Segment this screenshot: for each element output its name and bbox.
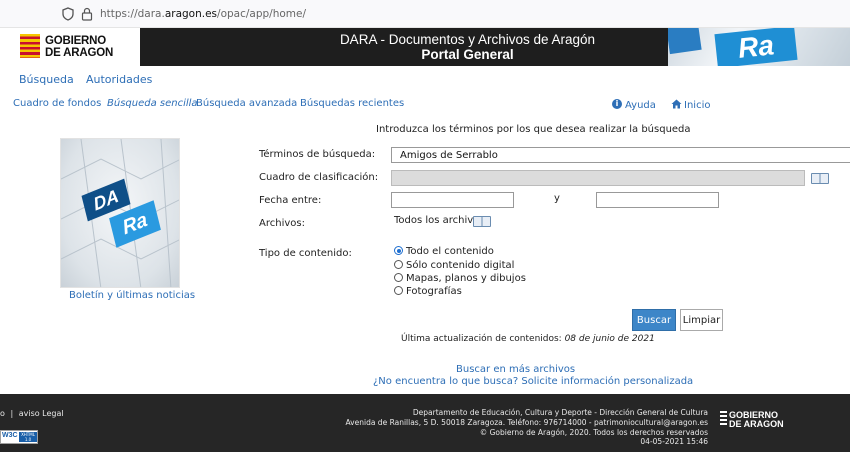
shield-icon: [62, 7, 74, 21]
home-link[interactable]: Inicio: [684, 100, 710, 111]
footer-separator: |: [10, 409, 14, 418]
date-and-label: y: [554, 193, 560, 204]
search-terms-input[interactable]: [391, 147, 850, 163]
help-link[interactable]: Ayuda: [625, 100, 656, 111]
aragon-flag-icon: [20, 34, 40, 58]
date-from-input[interactable]: [391, 192, 514, 208]
request-info-link[interactable]: ¿No encuentra lo que busca? Solicite inf…: [373, 376, 693, 387]
radio-label: Todo el contenido: [406, 246, 494, 257]
cuadro-label: Cuadro de clasificación:: [259, 172, 379, 183]
radio-label: Mapas, planos y dibujos: [406, 273, 526, 284]
more-archives-link[interactable]: Buscar en más archivos: [456, 364, 575, 375]
terms-label: Términos de búsqueda:: [259, 149, 376, 160]
radio-button[interactable]: [394, 260, 403, 269]
footer-line2: Avenida de Ranillas, 5 D. 50018 Zaragoza…: [345, 418, 708, 427]
banner-title: DARA - Documentos y Archivos de Aragón P…: [280, 32, 655, 62]
search-button[interactable]: Buscar: [632, 309, 676, 331]
radio-button[interactable]: [394, 286, 403, 295]
banner-title-text: DARA - Documentos y Archivos de Aragón: [339, 32, 596, 47]
footer-flag-icon: [720, 411, 727, 427]
footer-logo-line2: DE ARAGON: [729, 419, 784, 429]
archivos-label: Archivos:: [259, 218, 305, 229]
footer-left-links: o | aviso Legal: [0, 409, 64, 418]
site-banner: GOBIERNO DE ARAGON DARA - Documentos y A…: [0, 28, 850, 66]
browser-address-bar: https://dara.aragon.es/opac/app/home/: [0, 0, 850, 28]
clear-button[interactable]: Limpiar: [680, 309, 723, 331]
xhtml-text: XHTML 1.0: [19, 432, 37, 442]
form-intro: Introduzca los términos por los que dese…: [376, 124, 691, 135]
radio-button-selected[interactable]: [394, 246, 403, 255]
archive-book-icon[interactable]: [473, 216, 491, 227]
url-domain: aragon.es: [164, 8, 218, 20]
w3c-xhtml-badge[interactable]: W3C XHTML 1.0: [0, 430, 38, 444]
classification-input: [391, 170, 805, 186]
banner-subtitle: Portal General: [421, 47, 514, 62]
news-link[interactable]: Boletín y últimas noticias: [69, 290, 195, 301]
radio-todo[interactable]: Todo el contenido: [394, 246, 494, 257]
fecha-label: Fecha entre:: [259, 195, 322, 206]
last-update-date: 08 de junio de 2021: [564, 334, 655, 344]
tab-busquedas-recientes[interactable]: Búsquedas recientes: [300, 98, 404, 109]
logo-text: GOBIERNO DE ARAGON: [45, 35, 113, 59]
lock-icon: [81, 7, 93, 21]
url-prefix: https://dara.: [100, 8, 165, 20]
footer-logo[interactable]: GOBIERNO DE ARAGON: [720, 411, 784, 429]
info-icon: i: [612, 99, 622, 109]
tab-cuadro-de-fondos[interactable]: Cuadro de fondos: [13, 98, 101, 109]
radio-button[interactable]: [394, 273, 403, 282]
tipo-label: Tipo de contenido:: [259, 248, 352, 259]
url-path: /opac/app/home/: [217, 8, 307, 20]
nav-busqueda[interactable]: Búsqueda: [19, 73, 74, 86]
main-nav: Búsqueda Autoridades: [0, 66, 850, 92]
puzzle-text: Ra: [714, 28, 798, 66]
radio-label: Fotografías: [406, 286, 462, 297]
footer-cut-link[interactable]: o: [0, 409, 5, 418]
date-to-input[interactable]: [596, 192, 719, 208]
book-icon[interactable]: [811, 173, 829, 184]
last-update-prefix: Última actualización de contenidos:: [401, 334, 565, 344]
logo-line2: DE ARAGON: [45, 47, 114, 59]
radio-fotografias[interactable]: Fotografías: [394, 286, 462, 297]
last-update: Última actualización de contenidos: 08 d…: [401, 334, 655, 344]
footer-line3: © Gobierno de Aragón, 2020. Todos los de…: [479, 428, 708, 437]
footer-line4: 04-05-2021 15:46: [640, 437, 708, 446]
footer: o | aviso Legal Departamento de Educació…: [0, 394, 850, 452]
banner-puzzle-image: Ra: [668, 28, 850, 66]
radio-label: Sólo contenido digital: [406, 260, 515, 271]
aviso-legal-link[interactable]: aviso Legal: [19, 409, 64, 418]
w3c-text: W3C: [2, 432, 18, 439]
tab-busqueda-sencilla[interactable]: Búsqueda sencilla: [107, 98, 198, 109]
url-field[interactable]: https://dara.aragon.es/opac/app/home/: [100, 8, 306, 20]
radio-mapas[interactable]: Mapas, planos y dibujos: [394, 273, 526, 284]
footer-line1: Departamento de Educación, Cultura y Dep…: [412, 408, 708, 417]
gobierno-aragon-logo[interactable]: GOBIERNO DE ARAGON: [0, 28, 140, 66]
dara-puzzle-image[interactable]: DA Ra: [60, 138, 180, 288]
nav-autoridades[interactable]: Autoridades: [86, 73, 152, 86]
archivos-value: Todos los archivos: [394, 215, 485, 226]
logo-line1: GOBIERNO: [45, 35, 107, 47]
radio-digital[interactable]: Sólo contenido digital: [394, 260, 514, 271]
home-icon: [671, 99, 682, 109]
tab-busqueda-avanzada[interactable]: Búsqueda avanzada: [196, 98, 297, 109]
